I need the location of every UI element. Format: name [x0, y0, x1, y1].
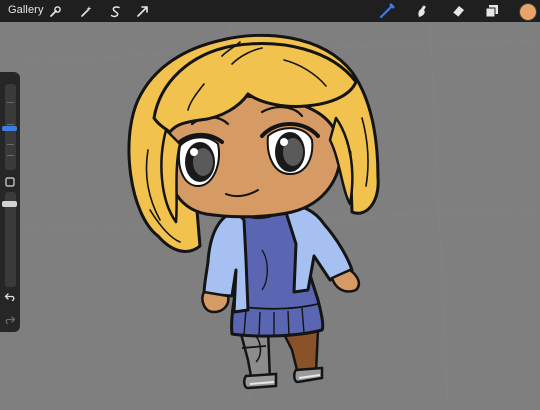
gallery-button[interactable]: Gallery: [8, 4, 44, 16]
chibi-girl-illustration: [19, 21, 540, 406]
left-shoe: [243, 372, 278, 390]
brush-icon[interactable]: [378, 2, 396, 20]
smudge-icon[interactable]: [413, 2, 431, 20]
wrench-icon[interactable]: [47, 3, 63, 19]
magic-wand-icon[interactable]: [78, 3, 94, 19]
transform-arrow-icon[interactable]: [134, 3, 150, 19]
selection-s-icon[interactable]: [107, 3, 123, 19]
layers-icon[interactable]: [483, 2, 501, 20]
color-picker-button[interactable]: [519, 3, 537, 21]
top-toolbar: Gallery: [0, 0, 540, 22]
drawing-canvas[interactable]: [0, 21, 540, 406]
eraser-icon[interactable]: [449, 2, 467, 20]
